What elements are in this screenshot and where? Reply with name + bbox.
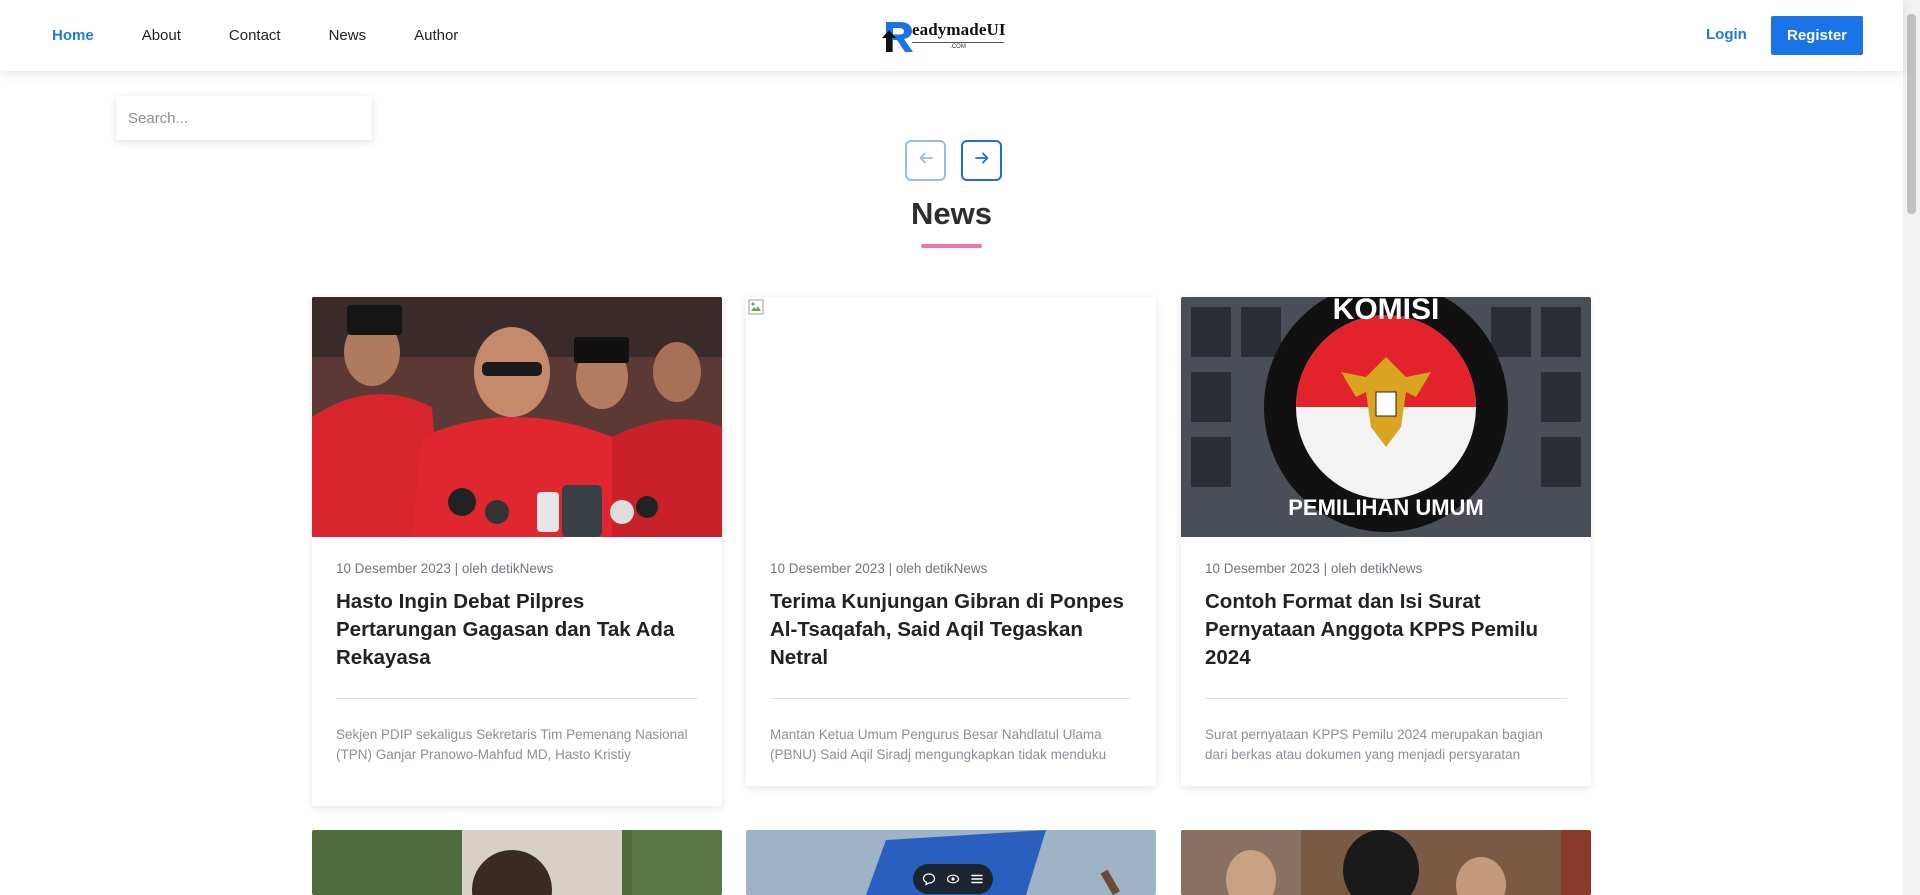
prev-slide-button[interactable]: [905, 140, 946, 181]
next-slide-button[interactable]: [961, 140, 1002, 181]
seal-top-text: KOMISI: [1333, 297, 1440, 326]
search-input[interactable]: [116, 96, 370, 140]
arrow-left-icon: [918, 150, 934, 171]
logo-wordmark: eadymadeUI: [912, 20, 1006, 39]
search-box: [116, 96, 372, 140]
news-card-headline[interactable]: Contoh Format dan Isi Surat Pernyataan A…: [1205, 588, 1567, 672]
card-divider: [770, 698, 1132, 699]
register-button[interactable]: Register: [1771, 16, 1863, 55]
title-underline: [921, 244, 982, 248]
news-card-image[interactable]: [312, 830, 722, 895]
site-logo[interactable]: eadymadeUI .COM: [880, 16, 1030, 54]
nav-news-link[interactable]: News: [329, 27, 367, 44]
scrollbar-thumb[interactable]: [1907, 14, 1916, 214]
news-card-meta: 10 Desember 2023 | oleh detikNews: [336, 561, 554, 576]
nav-contact-link[interactable]: Contact: [229, 27, 281, 44]
logo-r-mark-icon: [880, 16, 914, 54]
news-card-image[interactable]: [746, 297, 1156, 537]
news-card-headline[interactable]: Hasto Ingin Debat Pilpres Pertarungan Ga…: [336, 588, 698, 672]
section-title: News: [911, 196, 992, 231]
news-card-excerpt: Mantan Ketua Umum Pengurus Besar Nahdlat…: [770, 727, 1107, 762]
eye-toggle-icon[interactable]: [945, 871, 961, 887]
news-card-image[interactable]: KOMISI PEMILIHAN UMUM: [1181, 297, 1591, 537]
floating-toolbar: [913, 864, 993, 894]
page-scrollbar[interactable]: [1903, 0, 1920, 895]
news-card[interactable]: 10 Desember 2023 | oleh detikNews Hasto …: [312, 297, 722, 806]
news-card-image[interactable]: [1181, 830, 1591, 895]
broken-image-icon: [748, 299, 764, 320]
logo-domain: .COM: [912, 42, 1004, 50]
nav-about-link[interactable]: About: [142, 27, 181, 44]
top-navbar: Home About Contact News Author eadymadeU…: [0, 0, 1903, 71]
news-card-excerpt: Sekjen PDIP sekaligus Sekretaris Tim Pem…: [336, 727, 688, 762]
login-link[interactable]: Login: [1706, 26, 1747, 43]
news-card[interactable]: KOMISI PEMILIHAN UMUM 10 Desember 2023 |…: [1181, 297, 1591, 786]
news-card-meta: 10 Desember 2023 | oleh detikNews: [1205, 561, 1423, 576]
nav-links: Home About Contact News Author: [52, 0, 506, 71]
news-card-image[interactable]: [312, 297, 722, 537]
nav-author-link[interactable]: Author: [414, 27, 458, 44]
news-card-excerpt: Surat pernyataan KPPS Pemilu 2024 merupa…: [1205, 727, 1543, 762]
card-divider: [1205, 698, 1567, 699]
menu-icon[interactable]: [969, 871, 985, 887]
news-card-headline[interactable]: Terima Kunjungan Gibran di Ponpes Al-Tsa…: [770, 588, 1132, 672]
comment-icon[interactable]: [921, 871, 937, 887]
news-card[interactable]: 10 Desember 2023 | oleh detikNews Terima…: [746, 297, 1156, 786]
seal-bottom-text: PEMILIHAN UMUM: [1288, 495, 1484, 520]
nav-home-link[interactable]: Home: [52, 27, 94, 44]
news-card-meta: 10 Desember 2023 | oleh detikNews: [770, 561, 988, 576]
arrow-right-icon: [974, 150, 990, 171]
card-divider: [336, 698, 698, 699]
